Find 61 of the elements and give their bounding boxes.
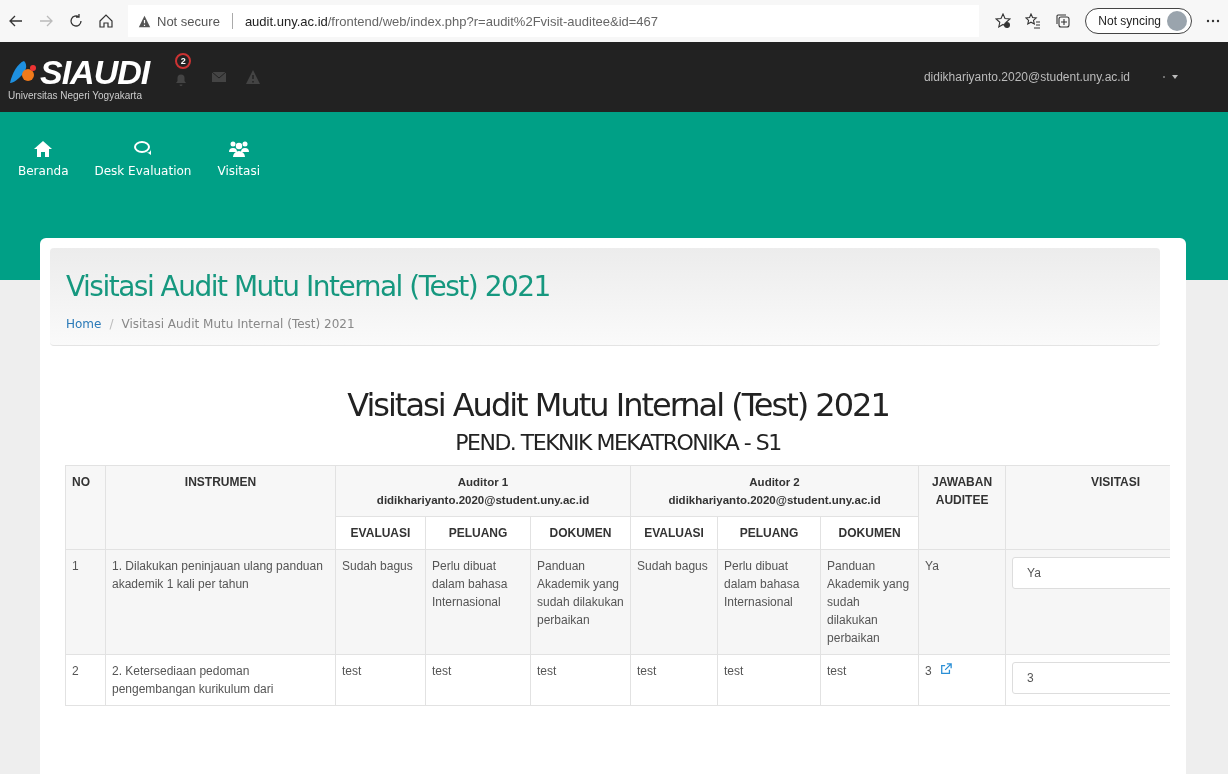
column-header: Auditor 2 didikhariyanto.2020@student.uny.ac.id [630,465,919,517]
column-header: EVALUASI [335,516,426,550]
user-email[interactable]: didikhariyanto.2020@student.uny.ac.id [923,70,1130,84]
breadcrumb-current: Visitasi Audit Mutu Internal (Test) 2021 [121,317,355,331]
table-cell: Sudah bagus [630,549,718,655]
address-bar[interactable]: Not secure audit.uny.ac.id/frontend/web/index.php?r=audit%2Fvisit-auditee&id=467 [128,5,980,37]
table-cell: test [425,654,531,706]
table-cell: 2 [65,654,106,706]
breadcrumb-link[interactable]: Home [66,317,102,331]
sync-button[interactable]: Not syncing [1085,8,1192,34]
logo-icon [8,58,38,85]
chat-icon [132,140,153,158]
table-cell: test [717,654,821,706]
home-icon[interactable] [98,13,114,29]
table-cell: 2. Ketersediaan pedoman pengembangan kurikulum dari [105,654,336,706]
table-cell: test [630,654,718,706]
column-header: DOKUMEN [820,516,919,550]
column-header: NO [65,465,106,550]
star-plus-icon[interactable] [995,13,1012,29]
table-cell: 1. Dilakukan peninjauan ulang panduan akademik 1 kali per tahun [105,549,336,655]
table-cell: 1 [65,549,106,655]
table-cell: Perlu dibuat dalam bahasa Internasional [425,549,531,655]
column-header: Auditor 1 didikhariyanto.2020@student.uny.ac.id [335,465,631,517]
collections-icon[interactable] [1055,13,1072,29]
table-cell: Panduan Akademik yang sudah dilakukan perbaikan [530,549,631,655]
logo-subtitle: Universitas Negeri Yogyakarta [8,89,143,101]
column-header: PELUANG [717,516,821,550]
favorites-icon[interactable] [1025,13,1042,29]
logo-text: SIAUDI [40,53,150,90]
more-icon[interactable] [1206,19,1220,23]
table-cell: 3 [925,664,932,678]
table-cell: Sudah bagus [335,549,426,655]
column-header: JAWABAN AUDITEE [918,465,1006,550]
table-cell: test [820,654,919,706]
external-link-icon[interactable] [939,663,952,675]
back-icon[interactable] [8,13,24,29]
security-label: Not secure [157,13,220,29]
avatar-icon [1167,11,1187,31]
warning-icon [138,14,151,28]
house-icon [33,140,54,158]
table-cell: Ya [925,559,939,573]
users-icon [228,140,249,158]
content-subtitle: PEND. TEKNIK MEKATRONIKA - S1 [454,430,782,455]
caret-icon[interactable] [1162,74,1178,80]
table-cell: test [530,654,631,706]
visitasi-field[interactable]: Ya [1012,557,1170,589]
page-title: Visitasi Audit Mutu Internal (Test) 2021 [66,270,551,303]
table-cell: Panduan Akademik yang sudah dilakukan perbaikan [820,549,919,655]
column-header: VISITASI [1005,465,1170,550]
content-title: Visitasi Audit Mutu Internal (Test) 2021 [346,386,890,424]
table-cell: Perlu dibuat dalam bahasa Internasional [717,549,821,655]
column-header: DOKUMEN [530,516,631,550]
visitasi-field[interactable]: 3 [1012,662,1170,694]
breadcrumb-separator: / [109,317,114,331]
url-text: audit.uny.ac.id/frontend/web/index.php?r=audit%2Fvisit-auditee&id=467 [244,13,659,29]
notification-badge: 2 [175,53,192,69]
table-cell: test [335,654,426,706]
refresh-icon[interactable] [68,13,84,29]
column-header: PELUANG [425,516,531,550]
column-header: INSTRUMEN [105,465,336,550]
column-header: EVALUASI [630,516,718,550]
